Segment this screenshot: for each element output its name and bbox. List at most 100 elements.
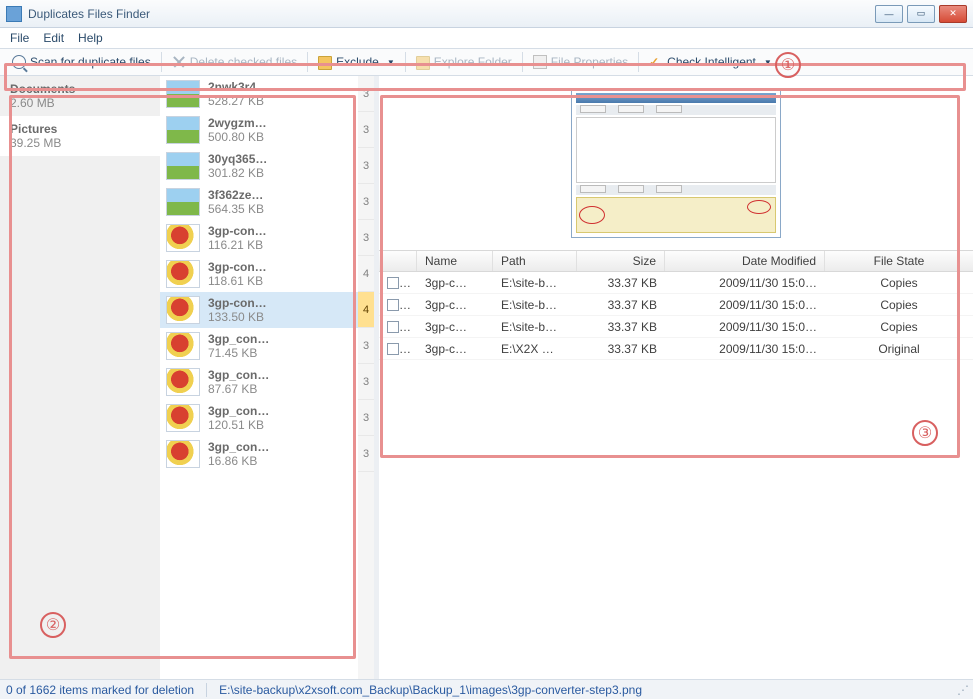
file-row[interactable]: 3gp_con… 87.67 KB <box>160 364 358 400</box>
close-button[interactable]: ✕ <box>939 5 967 23</box>
file-thumbnail-icon <box>166 404 200 432</box>
file-row[interactable]: 3gp-con… 116.21 KB <box>160 220 358 256</box>
grid-row[interactable]: 3gp-c… E:\site-b… 33.37 KB 2009/11/30 15… <box>379 294 973 316</box>
scan-button[interactable]: Scan for duplicate files <box>4 52 159 72</box>
main-area: Documents 2.60 MB Pictures 39.25 MB 2nwk… <box>0 76 973 679</box>
search-icon <box>12 55 26 69</box>
file-row[interactable]: 2nwk3r4… 528.27 KB <box>160 76 358 112</box>
row-checkbox[interactable] <box>387 277 399 289</box>
cell-date: 2009/11/30 15:0… <box>665 276 825 290</box>
file-thumbnail-icon <box>166 80 200 108</box>
file-row[interactable]: 3gp_con… 120.51 KB <box>160 400 358 436</box>
grid-row[interactable]: 3gp-c… E:\site-b… 33.37 KB 2009/11/30 15… <box>379 272 973 294</box>
cell-name: 3gp-c… <box>417 298 493 312</box>
col-path[interactable]: Path <box>493 251 577 271</box>
row-checkbox[interactable] <box>387 299 399 311</box>
explore-folder-button[interactable]: Explore Folder <box>408 51 520 73</box>
cell-state: Copies <box>825 320 973 334</box>
check-intelligent-button[interactable]: ✓Check Intelligent▼ <box>641 52 780 72</box>
file-thumbnail-icon <box>166 368 200 396</box>
row-checkbox[interactable] <box>387 343 399 355</box>
file-row[interactable]: 3gp_con… 71.45 KB <box>160 328 358 364</box>
duplicate-count: 3 <box>358 148 374 184</box>
preview-thumbnail <box>571 88 781 238</box>
cell-path: E:\site-b… <box>493 320 577 334</box>
file-size: 301.82 KB <box>208 166 267 180</box>
cell-date: 2009/11/30 15:0… <box>665 298 825 312</box>
file-thumbnail-icon <box>166 224 200 252</box>
exclude-button[interactable]: Exclude▼ <box>310 51 403 73</box>
cell-name: 3gp-c… <box>417 342 493 356</box>
file-row[interactable]: 2wygzm… 500.80 KB <box>160 112 358 148</box>
cell-size: 33.37 KB <box>577 276 665 290</box>
duplicate-count: 3 <box>358 400 374 436</box>
row-checkbox[interactable] <box>387 321 399 333</box>
sidebar-item-size: 39.25 MB <box>10 136 150 150</box>
cell-path: E:\site-b… <box>493 276 577 290</box>
file-size: 120.51 KB <box>208 418 269 432</box>
cell-name: 3gp-c… <box>417 320 493 334</box>
explore-label: Explore Folder <box>434 55 512 69</box>
exclude-label: Exclude <box>336 55 379 69</box>
maximize-button[interactable]: ▭ <box>907 5 935 23</box>
file-thumbnail-icon <box>166 332 200 360</box>
file-size: 116.21 KB <box>208 238 267 252</box>
duplicate-count: 3 <box>358 364 374 400</box>
status-bar: 0 of 1662 items marked for deletion E:\s… <box>0 679 973 699</box>
file-size: 528.27 KB <box>208 94 268 108</box>
delete-icon <box>172 55 186 69</box>
minimize-button[interactable]: — <box>875 5 903 23</box>
file-size: 71.45 KB <box>208 346 269 360</box>
cell-state: Copies <box>825 276 973 290</box>
sidebar-item-documents[interactable]: Documents 2.60 MB <box>0 76 160 116</box>
grid-row[interactable]: 3gp-c… E:\X2X … 33.37 KB 2009/11/30 15:0… <box>379 338 973 360</box>
check-icon: ✓ <box>649 55 663 69</box>
title-bar: Duplicates Files Finder — ▭ ✕ <box>0 0 973 28</box>
cell-date: 2009/11/30 15:0… <box>665 342 825 356</box>
duplicate-count: 3 <box>358 220 374 256</box>
duplicate-grid: Name Path Size Date Modified File State … <box>379 250 973 679</box>
status-marked: 0 of 1662 items marked for deletion <box>6 683 194 697</box>
chevron-down-icon: ▼ <box>764 58 772 67</box>
file-list: 2nwk3r4… 528.27 KB 2wygzm… 500.80 KB 30y… <box>160 76 358 679</box>
properties-icon <box>533 55 547 69</box>
sidebar-item-label: Pictures <box>10 122 150 136</box>
cell-size: 33.37 KB <box>577 342 665 356</box>
sidebar-item-size: 2.60 MB <box>10 96 150 110</box>
duplicate-count: 4 <box>358 292 374 328</box>
file-size: 87.67 KB <box>208 382 269 396</box>
file-size: 564.35 KB <box>208 202 264 216</box>
cell-state: Copies <box>825 298 973 312</box>
file-row[interactable]: 30yq365… 301.82 KB <box>160 148 358 184</box>
file-name: 3gp_con… <box>208 404 269 418</box>
col-size[interactable]: Size <box>577 251 665 271</box>
menu-edit[interactable]: Edit <box>43 31 64 45</box>
sidebar-item-pictures[interactable]: Pictures 39.25 MB <box>0 116 160 156</box>
duplicate-count: 3 <box>358 76 374 112</box>
folder-open-icon <box>416 56 430 70</box>
file-row[interactable]: 3f362ze… 564.35 KB <box>160 184 358 220</box>
col-date[interactable]: Date Modified <box>665 251 825 271</box>
col-name[interactable]: Name <box>417 251 493 271</box>
file-row[interactable]: 3gp-con… 133.50 KB <box>160 292 358 328</box>
file-name: 3gp_con… <box>208 332 269 346</box>
toolbar: Scan for duplicate files Delete checked … <box>0 48 973 76</box>
menu-help[interactable]: Help <box>78 31 103 45</box>
file-row[interactable]: 3gp_con… 16.86 KB <box>160 436 358 472</box>
file-row[interactable]: 3gp-con… 118.61 KB <box>160 256 358 292</box>
window-title: Duplicates Files Finder <box>28 7 875 21</box>
file-properties-button[interactable]: File Properties <box>525 52 636 72</box>
menu-file[interactable]: File <box>10 31 29 45</box>
preview-area <box>379 76 973 250</box>
folder-icon <box>318 56 332 70</box>
delete-checked-button[interactable]: Delete checked files <box>164 52 305 72</box>
grid-row[interactable]: 3gp-c… E:\site-b… 33.37 KB 2009/11/30 15… <box>379 316 973 338</box>
file-thumbnail-icon <box>166 152 200 180</box>
grid-header: Name Path Size Date Modified File State <box>379 250 973 272</box>
file-name: 3gp-con… <box>208 260 267 274</box>
resize-grip[interactable]: ⋰ <box>957 683 967 697</box>
file-size: 500.80 KB <box>208 130 267 144</box>
duplicate-count: 3 <box>358 112 374 148</box>
col-state[interactable]: File State <box>825 251 973 271</box>
duplicate-count: 3 <box>358 184 374 220</box>
